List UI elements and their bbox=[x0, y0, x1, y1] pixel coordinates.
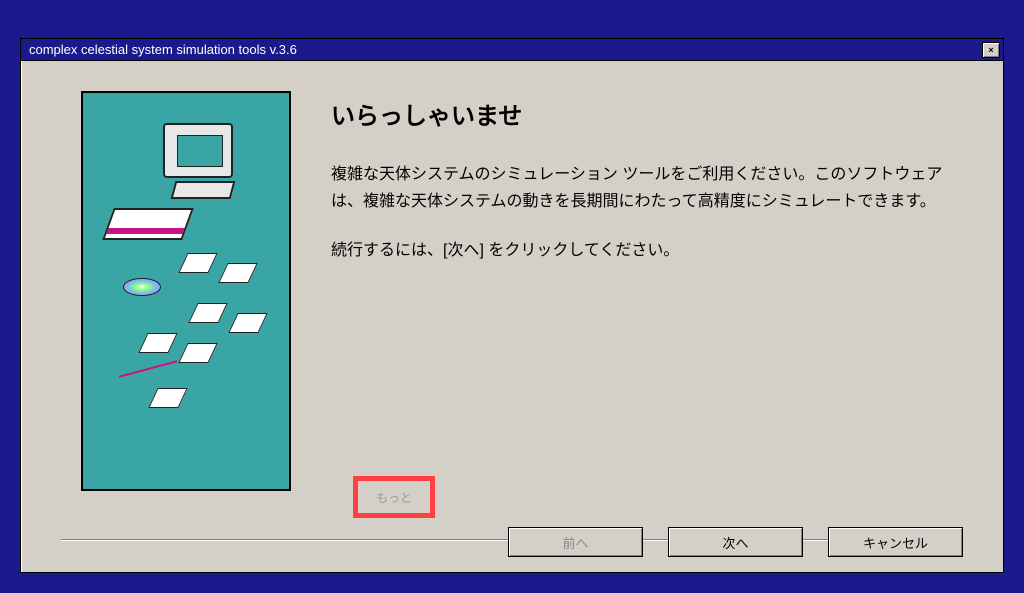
close-icon[interactable]: × bbox=[982, 42, 1000, 58]
next-button[interactable]: 次へ bbox=[668, 527, 803, 557]
box-icon bbox=[102, 208, 194, 240]
wizard-paragraph-2: 続行するには、[次へ] をクリックしてください。 bbox=[331, 237, 963, 264]
wizard-illustration bbox=[81, 91, 291, 491]
paper-icon bbox=[218, 263, 257, 283]
paper-icon bbox=[228, 313, 267, 333]
pen-icon bbox=[119, 360, 177, 377]
text-panel: いらっしゃいませ 複雑な天体システムのシミュレーション ツールをご利用ください。… bbox=[291, 91, 963, 491]
back-button[interactable]: 前へ bbox=[508, 527, 643, 557]
paper-icon bbox=[188, 303, 227, 323]
wizard-heading: いらっしゃいませ bbox=[331, 96, 963, 131]
more-button[interactable]: もっと bbox=[358, 481, 430, 513]
paper-icon bbox=[148, 388, 187, 408]
content-area: いらっしゃいませ 複雑な天体システムのシミュレーション ツールをご利用ください。… bbox=[21, 61, 1003, 501]
installer-window: complex celestial system simulation tool… bbox=[20, 38, 1004, 573]
window-title: complex celestial system simulation tool… bbox=[29, 39, 297, 61]
paper-icon bbox=[178, 343, 217, 363]
paper-icon bbox=[178, 253, 217, 273]
titlebar[interactable]: complex celestial system simulation tool… bbox=[21, 39, 1003, 61]
cancel-button[interactable]: キャンセル bbox=[828, 527, 963, 557]
highlight-box: もっと bbox=[353, 476, 435, 518]
monitor-icon bbox=[163, 123, 233, 178]
wizard-paragraph-1: 複雑な天体システムのシミュレーション ツールをご利用ください。このソフトウェアは… bbox=[331, 161, 963, 215]
paper-icon bbox=[138, 333, 177, 353]
cd-icon bbox=[123, 278, 161, 296]
monitor-base-icon bbox=[171, 181, 236, 199]
button-row: 前へ 次へ キャンセル bbox=[508, 527, 963, 557]
